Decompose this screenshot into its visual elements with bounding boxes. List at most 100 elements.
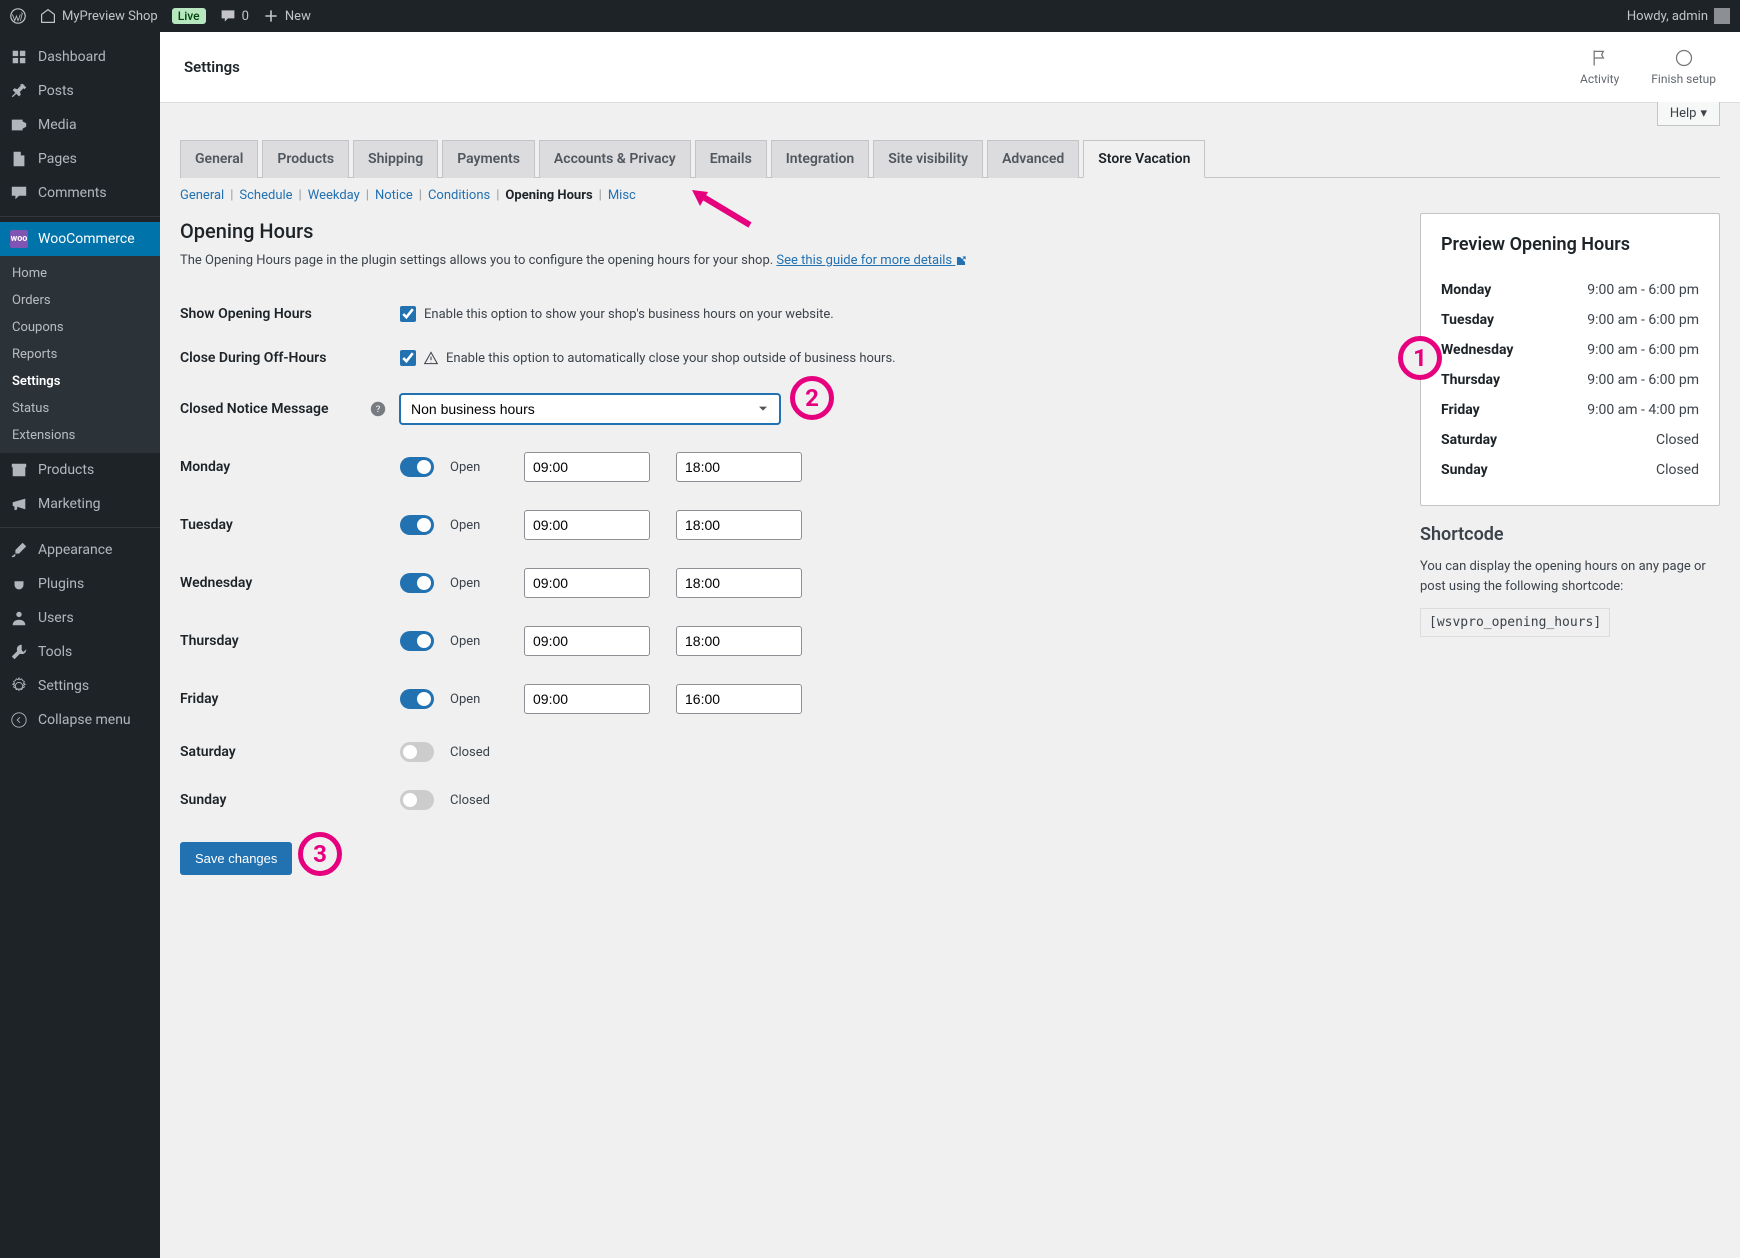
subtab-conditions[interactable]: Conditions xyxy=(428,188,490,203)
preview-title: Preview Opening Hours xyxy=(1441,234,1699,255)
day-state-wednesday: Open xyxy=(450,576,500,591)
sidebar-item-comments[interactable]: Comments xyxy=(0,176,160,210)
tab-site-visibility[interactable]: Site visibility xyxy=(873,140,983,178)
subtab-general[interactable]: General xyxy=(180,188,224,203)
sidebar-item-appearance[interactable]: Appearance xyxy=(0,533,160,567)
close-offhours-checkbox[interactable] xyxy=(400,350,416,366)
tab-products[interactable]: Products xyxy=(262,140,349,178)
tab-emails[interactable]: Emails xyxy=(695,140,767,178)
notice-message-select[interactable]: Non business hours xyxy=(400,394,780,424)
day-to-wednesday[interactable] xyxy=(676,568,802,598)
submenu-item-extensions[interactable]: Extensions xyxy=(0,422,160,449)
day-to-friday[interactable] xyxy=(676,684,802,714)
day-toggle-saturday[interactable] xyxy=(400,742,434,762)
help-toggle[interactable]: Help ▾ xyxy=(1657,102,1720,126)
day-toggle-sunday[interactable] xyxy=(400,790,434,810)
tab-advanced[interactable]: Advanced xyxy=(987,140,1079,178)
sub-tabs: General | Schedule | Weekday | Notice | … xyxy=(180,178,1720,213)
sidebar-item-plugins[interactable]: Plugins xyxy=(0,567,160,601)
help-icon[interactable]: ? xyxy=(370,401,386,417)
preview-opening-hours: Preview Opening Hours Monday9:00 am - 6:… xyxy=(1420,213,1720,506)
flag-icon xyxy=(1590,48,1610,68)
sidebar-item-tools[interactable]: Tools xyxy=(0,635,160,669)
show-hours-checkbox[interactable] xyxy=(400,306,416,322)
circle-icon xyxy=(1674,48,1694,68)
media-icon xyxy=(10,116,28,134)
submenu-item-home[interactable]: Home xyxy=(0,260,160,287)
sidebar-item-posts[interactable]: Posts xyxy=(0,74,160,108)
sidebar-item-products[interactable]: Products xyxy=(0,453,160,487)
subtab-weekday[interactable]: Weekday xyxy=(308,188,360,203)
tab-general[interactable]: General xyxy=(180,140,258,178)
tab-accounts-privacy[interactable]: Accounts & Privacy xyxy=(539,140,691,178)
guide-link[interactable]: See this guide for more details xyxy=(776,253,967,268)
user-icon xyxy=(10,609,28,627)
tab-payments[interactable]: Payments xyxy=(442,140,535,178)
activity-button[interactable]: Activity xyxy=(1580,48,1619,86)
tab-shipping[interactable]: Shipping xyxy=(353,140,438,178)
day-label-monday: Monday xyxy=(180,459,400,475)
page-description: The Opening Hours page in the plugin set… xyxy=(180,253,1392,268)
subtab-misc[interactable]: Misc xyxy=(608,188,636,203)
sidebar-item-woocommerce[interactable]: wooWooCommerce xyxy=(0,222,160,256)
sidebar-item-marketing[interactable]: Marketing xyxy=(0,487,160,521)
day-toggle-monday[interactable] xyxy=(400,457,434,477)
sidebar-item-media[interactable]: Media xyxy=(0,108,160,142)
day-from-tuesday[interactable] xyxy=(524,510,650,540)
day-from-thursday[interactable] xyxy=(524,626,650,656)
finish-setup-button[interactable]: Finish setup xyxy=(1651,48,1716,86)
submenu-item-settings[interactable]: Settings xyxy=(0,368,160,395)
day-toggle-friday[interactable] xyxy=(400,689,434,709)
day-label-wednesday: Wednesday xyxy=(180,575,400,591)
preview-row-saturday: SaturdayClosed xyxy=(1441,425,1699,455)
close-offhours-text: Enable this option to automatically clos… xyxy=(446,351,896,366)
save-changes-button[interactable]: Save changes xyxy=(180,842,292,875)
comment-icon xyxy=(10,184,28,202)
day-label-tuesday: Tuesday xyxy=(180,517,400,533)
subtab-opening-hours[interactable]: Opening Hours xyxy=(505,188,592,203)
day-from-wednesday[interactable] xyxy=(524,568,650,598)
admin-sidebar: DashboardPostsMediaPagesComments wooWooCo… xyxy=(0,32,160,1258)
preview-row-monday: Monday9:00 am - 6:00 pm xyxy=(1441,275,1699,305)
submenu-item-orders[interactable]: Orders xyxy=(0,287,160,314)
sidebar-item-pages[interactable]: Pages xyxy=(0,142,160,176)
day-toggle-wednesday[interactable] xyxy=(400,573,434,593)
day-from-friday[interactable] xyxy=(524,684,650,714)
day-label-saturday: Saturday xyxy=(180,744,400,760)
preview-row-friday: Friday9:00 am - 4:00 pm xyxy=(1441,395,1699,425)
gear-icon xyxy=(10,677,28,695)
shortcode-code[interactable]: [wsvpro_opening_hours] xyxy=(1420,608,1610,637)
tab-integration[interactable]: Integration xyxy=(771,140,869,178)
close-offhours-label: Close During Off-Hours xyxy=(180,350,400,366)
day-to-thursday[interactable] xyxy=(676,626,802,656)
day-label-thursday: Thursday xyxy=(180,633,400,649)
howdy-user[interactable]: Howdy, admin xyxy=(1627,8,1730,24)
subtab-notice[interactable]: Notice xyxy=(375,188,413,203)
tab-store-vacation[interactable]: Store Vacation xyxy=(1083,140,1205,178)
day-from-monday[interactable] xyxy=(524,452,650,482)
comments-link[interactable]: 0 xyxy=(220,8,249,24)
submenu-item-status[interactable]: Status xyxy=(0,395,160,422)
day-label-friday: Friday xyxy=(180,691,400,707)
day-state-friday: Open xyxy=(450,692,500,707)
day-to-monday[interactable] xyxy=(676,452,802,482)
sidebar-item-collapse-menu[interactable]: Collapse menu xyxy=(0,703,160,737)
sidebar-item-dashboard[interactable]: Dashboard xyxy=(0,40,160,74)
site-link[interactable]: MyPreview Shop xyxy=(40,8,158,24)
day-toggle-thursday[interactable] xyxy=(400,631,434,651)
new-link[interactable]: New xyxy=(263,8,311,24)
avatar xyxy=(1714,8,1730,24)
day-state-thursday: Open xyxy=(450,634,500,649)
sidebar-item-settings[interactable]: Settings xyxy=(0,669,160,703)
archive-icon xyxy=(10,461,28,479)
wp-logo[interactable] xyxy=(10,8,26,24)
day-to-tuesday[interactable] xyxy=(676,510,802,540)
submenu-item-reports[interactable]: Reports xyxy=(0,341,160,368)
brush-icon xyxy=(10,541,28,559)
sidebar-item-users[interactable]: Users xyxy=(0,601,160,635)
submenu-item-coupons[interactable]: Coupons xyxy=(0,314,160,341)
day-state-monday: Open xyxy=(450,460,500,475)
subtab-schedule[interactable]: Schedule xyxy=(239,188,292,203)
preview-row-sunday: SundayClosed xyxy=(1441,455,1699,485)
day-toggle-tuesday[interactable] xyxy=(400,515,434,535)
